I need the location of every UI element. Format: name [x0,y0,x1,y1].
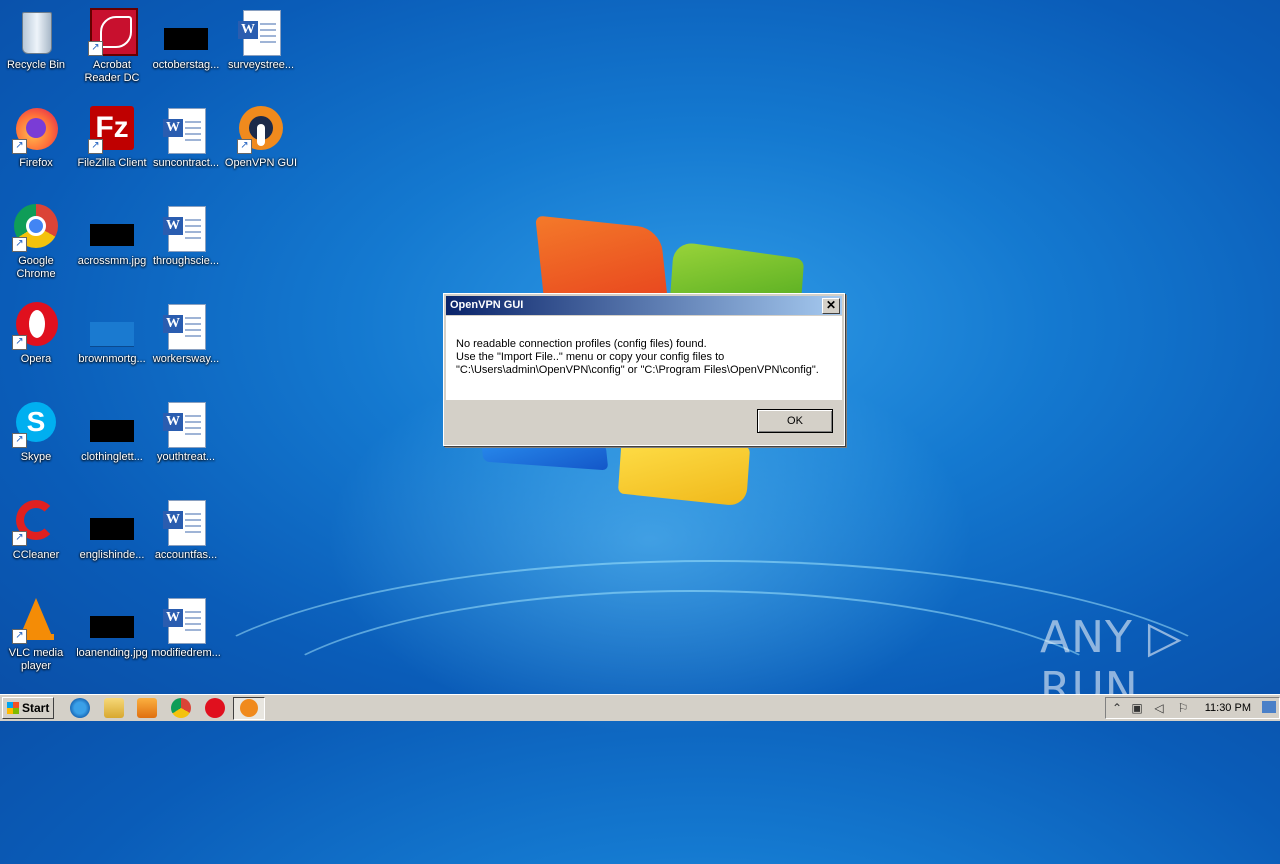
action-center-flag-icon[interactable]: ⚐ [1176,701,1190,715]
icon-label: brownmortg... [78,353,146,365]
image-thumbnail-icon [88,400,136,448]
desktop-icon-acrobat[interactable]: ↗ Acrobat Reader DC [74,8,150,85]
show-desktop-icon[interactable] [1262,701,1276,713]
clock[interactable]: 11:30 PM [1205,700,1251,717]
icon-label: englishinde... [79,549,145,561]
icon-label: modifiedrem... [151,647,221,659]
desktop-icon-file[interactable]: W workersway... [148,302,224,366]
icon-label: Acrobat Reader DC [84,59,140,84]
opera-icon: ↗ [12,302,60,350]
show-hidden-icons-icon[interactable]: ⌃ [1110,701,1124,715]
icon-label: clothinglett... [81,451,143,463]
image-thumbnail-icon [88,498,136,546]
dialog-message-area: No readable connection profiles (config … [446,316,842,400]
close-icon: ✕ [825,298,837,312]
ccleaner-icon: ↗ [12,498,60,546]
desktop-icon-file[interactable]: W modifiedrem... [148,596,224,660]
close-button[interactable]: ✕ [822,298,840,314]
wallpaper-arc [240,590,1144,854]
icon-label: acrossmm.jpg [77,255,147,267]
ok-button[interactable]: OK [757,409,833,433]
message-line: "C:\Users\admin\OpenVPN\config" or "C:\P… [456,364,819,376]
icon-label: Firefox [19,157,53,169]
icon-label: OpenVPN GUI [224,157,298,169]
chrome-taskbar-icon[interactable] [171,698,191,718]
media-player-icon[interactable] [137,698,157,718]
icon-label: FileZilla Client [77,157,147,169]
icon-label: surveystree... [227,59,295,71]
internet-explorer-icon[interactable] [70,698,90,718]
desktop-icon-vlc[interactable]: ↗ VLC media player [0,596,74,673]
desktop-icon-chrome[interactable]: ↗ Google Chrome [0,204,74,281]
image-thumbnail-icon [88,302,136,350]
image-thumbnail-icon [88,596,136,644]
file-explorer-icon[interactable] [104,698,124,718]
start-label: Start [22,701,50,715]
desktop-icon-file[interactable]: W youthtreat... [148,400,224,464]
icon-label: accountfas... [154,549,218,561]
icon-label: loanending.jpg [76,647,148,659]
openvpn-taskbar-icon [240,699,258,717]
word-document-icon: W [162,400,210,448]
desktop-icon-file[interactable]: brownmortg... [74,302,150,366]
image-thumbnail-icon [88,204,136,252]
desktop-icon-ccleaner[interactable]: ↗ CCleaner [0,498,74,562]
opera-taskbar-icon[interactable] [205,698,225,718]
desktop-icon-file[interactable]: W throughscie... [148,204,224,268]
icon-label: octoberstag... [152,59,220,71]
desktop-icon-file[interactable]: englishinde... [74,498,150,562]
icon-label: Opera [20,353,52,365]
desktop-icon-file[interactable]: loanending.jpg [74,596,150,660]
desktop-icon-file[interactable]: acrossmm.jpg [74,204,150,268]
firefox-icon: ↗ [12,106,60,154]
icon-label: suncontract... [152,157,220,169]
desktop-icon-skype[interactable]: S ↗ Skype [0,400,74,464]
openvpn-message-dialog: OpenVPN GUI ✕ No readable connection pro… [443,293,845,446]
icon-label: Google Chrome [16,255,56,280]
acrobat-icon: ↗ [88,8,138,56]
icon-label: workersway... [152,353,220,365]
chrome-icon: ↗ [12,204,60,252]
word-document-icon: W [162,498,210,546]
icon-label: youthtreat... [156,451,216,463]
system-tray: ⌃ ▣ ◁ ⚐ 11:30 PM [1105,697,1280,719]
dialog-message: No readable connection profiles (config … [456,338,819,377]
desktop-icon-file[interactable]: W accountfas... [148,498,224,562]
network-icon[interactable]: ▣ [1130,701,1144,715]
icon-label: throughscie... [152,255,220,267]
skype-icon: S ↗ [12,400,60,448]
desktop-icon-opera[interactable]: ↗ Opera [0,302,74,366]
message-line: Use the "Import File.." menu or copy you… [456,351,725,363]
openvpn-icon: ↗ [237,106,285,154]
openvpn-taskbar-button[interactable] [233,697,265,720]
icon-label: CCleaner [12,549,60,561]
word-document-icon: W [162,204,210,252]
desktop-icon-filezilla[interactable]: Fz ↗ FileZilla Client [74,106,150,170]
desktop-icon-file[interactable]: W surveystree... [223,8,299,72]
desktop-icon-file[interactable]: W suncontract... [148,106,224,170]
desktop-icon-recycle-bin[interactable]: Recycle Bin [0,8,74,72]
image-thumbnail-icon [162,8,210,56]
dialog-title: OpenVPN GUI [450,299,524,311]
recycle-bin-icon [12,8,60,56]
volume-icon[interactable]: ◁ [1152,701,1166,715]
word-document-icon: W [162,596,210,644]
word-document-icon: W [162,106,210,154]
message-line: No readable connection profiles (config … [456,338,707,350]
word-document-icon: W [162,302,210,350]
icon-label: VLC media player [8,647,64,672]
icon-label: Recycle Bin [6,59,66,71]
windows-logo-icon [7,702,19,714]
desktop-icon-file[interactable]: octoberstag... [148,8,224,72]
vlc-icon: ↗ [12,596,60,644]
start-button[interactable]: Start [2,697,54,719]
icon-label: Skype [20,451,52,463]
taskbar: Start ⌃ ▣ ◁ ⚐ 11:30 PM [0,694,1280,721]
filezilla-icon: Fz ↗ [88,106,136,154]
desktop-icon-file[interactable]: clothinglett... [74,400,150,464]
dialog-title-bar[interactable]: OpenVPN GUI ✕ [446,296,842,315]
desktop-icon-firefox[interactable]: ↗ Firefox [0,106,74,170]
desktop-icon-openvpn[interactable]: ↗ OpenVPN GUI [223,106,299,170]
word-document-icon: W [237,8,285,56]
